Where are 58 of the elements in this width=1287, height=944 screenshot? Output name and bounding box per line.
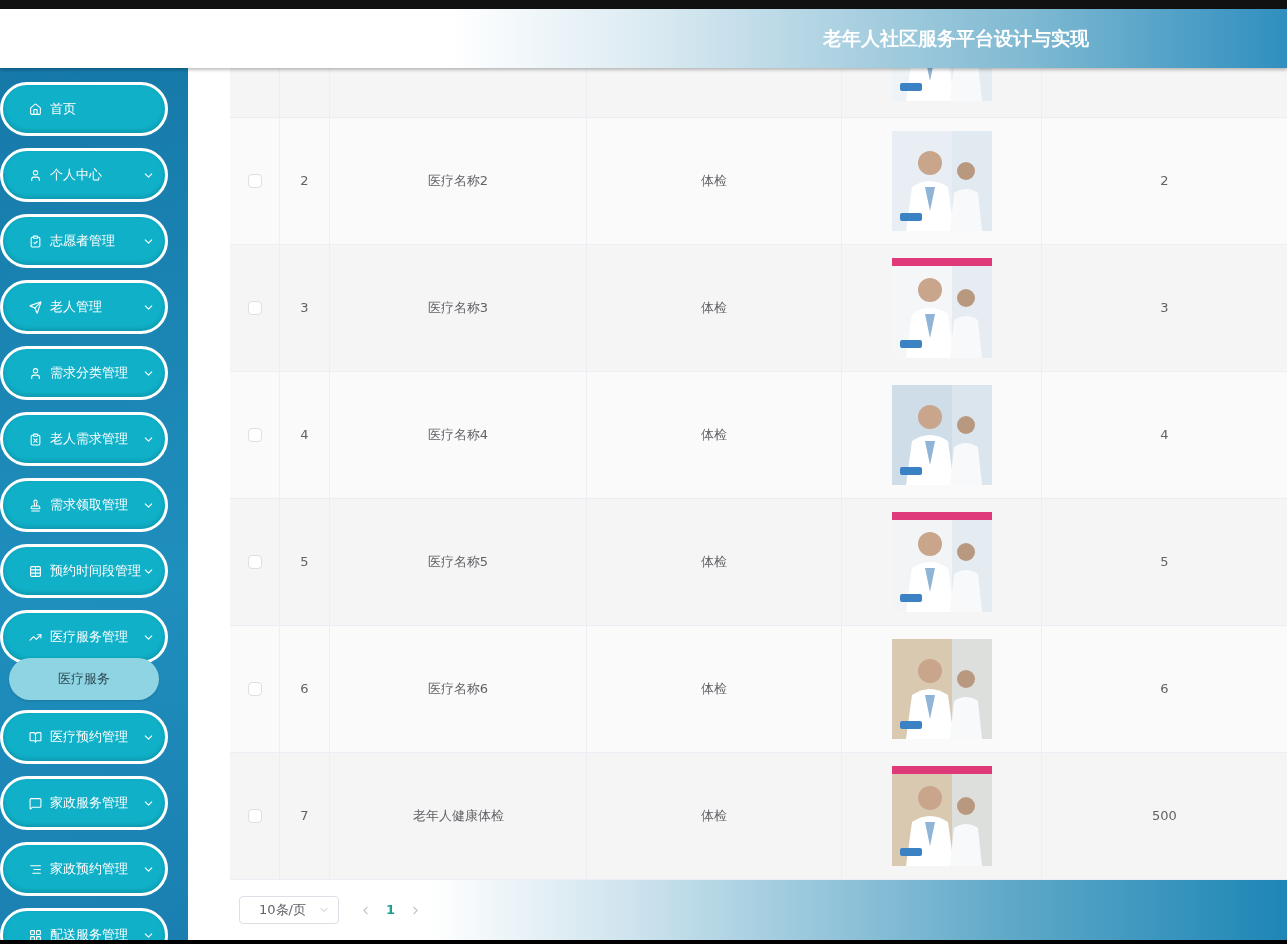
- table-cell-text: 3: [1160, 299, 1169, 318]
- row-checkbox[interactable]: [247, 301, 262, 315]
- table-cell-text: 2: [1160, 172, 1169, 191]
- table-cell-text: 体检: [701, 299, 727, 318]
- submenu-item[interactable]: 医疗服务: [9, 658, 159, 700]
- menu-item[interactable]: 医疗预约管理: [0, 710, 168, 764]
- table-cell-text: 3: [300, 299, 309, 318]
- menu-item[interactable]: 首页: [0, 82, 168, 136]
- app-title: 老年人社区服务平台设计与实现: [823, 26, 1089, 52]
- menu-item[interactable]: 个人中心: [0, 148, 168, 202]
- page-size-select[interactable]: 10条/页: [239, 896, 339, 924]
- table-cell-text: 体检: [701, 172, 727, 191]
- table-cell-text: 4: [300, 426, 309, 445]
- menu-item[interactable]: 需求领取管理: [0, 478, 168, 532]
- menu-item[interactable]: 家政服务管理: [0, 776, 168, 830]
- menu-item[interactable]: 需求分类管理: [0, 346, 168, 400]
- table-cell-text: 医疗名称6: [427, 680, 489, 699]
- home-icon: [29, 102, 42, 116]
- menu-item[interactable]: 老人需求管理: [0, 412, 168, 466]
- row-checkbox[interactable]: [247, 809, 262, 823]
- menu-item[interactable]: 老人管理: [0, 280, 168, 334]
- table-cell-text: 体检: [701, 680, 727, 699]
- menu-item[interactable]: 家政预约管理: [0, 842, 168, 896]
- table-cell-text: 7: [300, 807, 309, 826]
- menu-item[interactable]: 医疗服务管理: [0, 610, 168, 664]
- table-cell-text: 医疗名称5: [427, 553, 489, 572]
- table-cell-text: 4: [1160, 426, 1169, 445]
- table-cell-text: 2: [300, 172, 309, 191]
- user-icon: [29, 366, 42, 380]
- menu-item[interactable]: 预约时间段管理: [0, 544, 168, 598]
- table-cell-text: 医疗名称2: [427, 172, 489, 191]
- book-icon: [29, 730, 42, 744]
- table-cell-text: 老年人健康体检: [412, 807, 504, 826]
- row-checkbox[interactable]: [247, 682, 262, 696]
- table-cell-text: 6: [1160, 680, 1169, 699]
- table-cell-text: 500: [1152, 807, 1177, 826]
- table-cell-text: 体检: [701, 807, 727, 826]
- table-cell-text: 体检: [701, 553, 727, 572]
- stamp-icon: [29, 498, 42, 512]
- message-icon: [29, 796, 42, 810]
- table-cell-text: 体检: [701, 426, 727, 445]
- table-cell-text: 5: [1160, 553, 1169, 572]
- table-cell-text: 医疗名称4: [427, 426, 489, 445]
- paper-plane-icon: [29, 300, 42, 314]
- row-checkbox[interactable]: [247, 428, 262, 442]
- list-icon: [29, 862, 42, 876]
- table-cell-text: 6: [300, 680, 309, 699]
- clipboard-check-icon: [29, 234, 42, 248]
- page-number[interactable]: 1: [386, 900, 396, 920]
- grid-icon: [29, 564, 42, 578]
- table-cell-text: 医疗名称3: [427, 299, 489, 318]
- user-icon: [29, 168, 42, 182]
- table-cell-text: 5: [300, 553, 309, 572]
- menu-item[interactable]: 志愿者管理: [0, 214, 168, 268]
- row-checkbox[interactable]: [247, 174, 262, 188]
- clipboard-x-icon: [29, 432, 42, 446]
- tiles-icon: [29, 928, 42, 940]
- row-checkbox[interactable]: [247, 555, 262, 569]
